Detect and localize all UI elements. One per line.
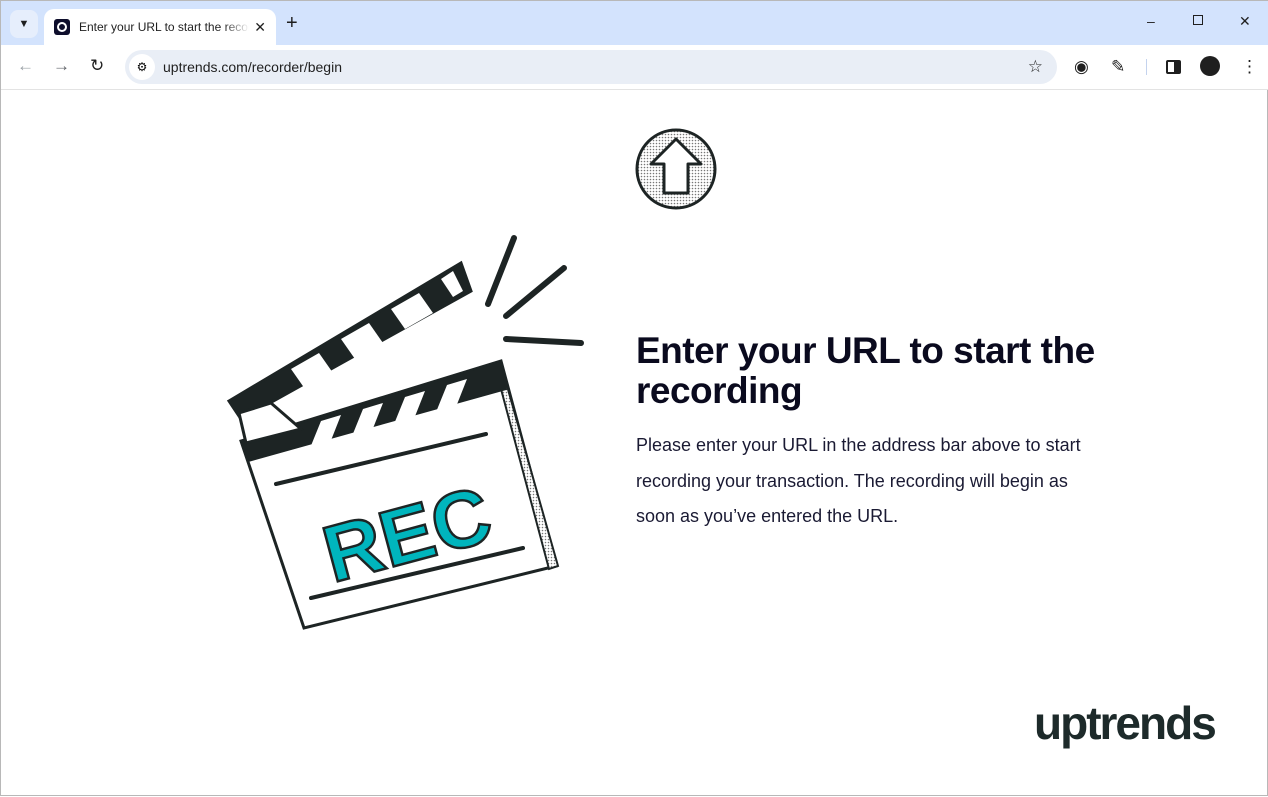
clapperboard-icon: REC <box>226 235 584 630</box>
page-title: Enter your URL to start the recording <box>636 330 1095 411</box>
uptrends-logo: uptrends <box>1034 697 1217 749</box>
page-description: Please enter your URL in the address bar… <box>636 435 1081 526</box>
arrow-up-icon <box>635 128 717 210</box>
